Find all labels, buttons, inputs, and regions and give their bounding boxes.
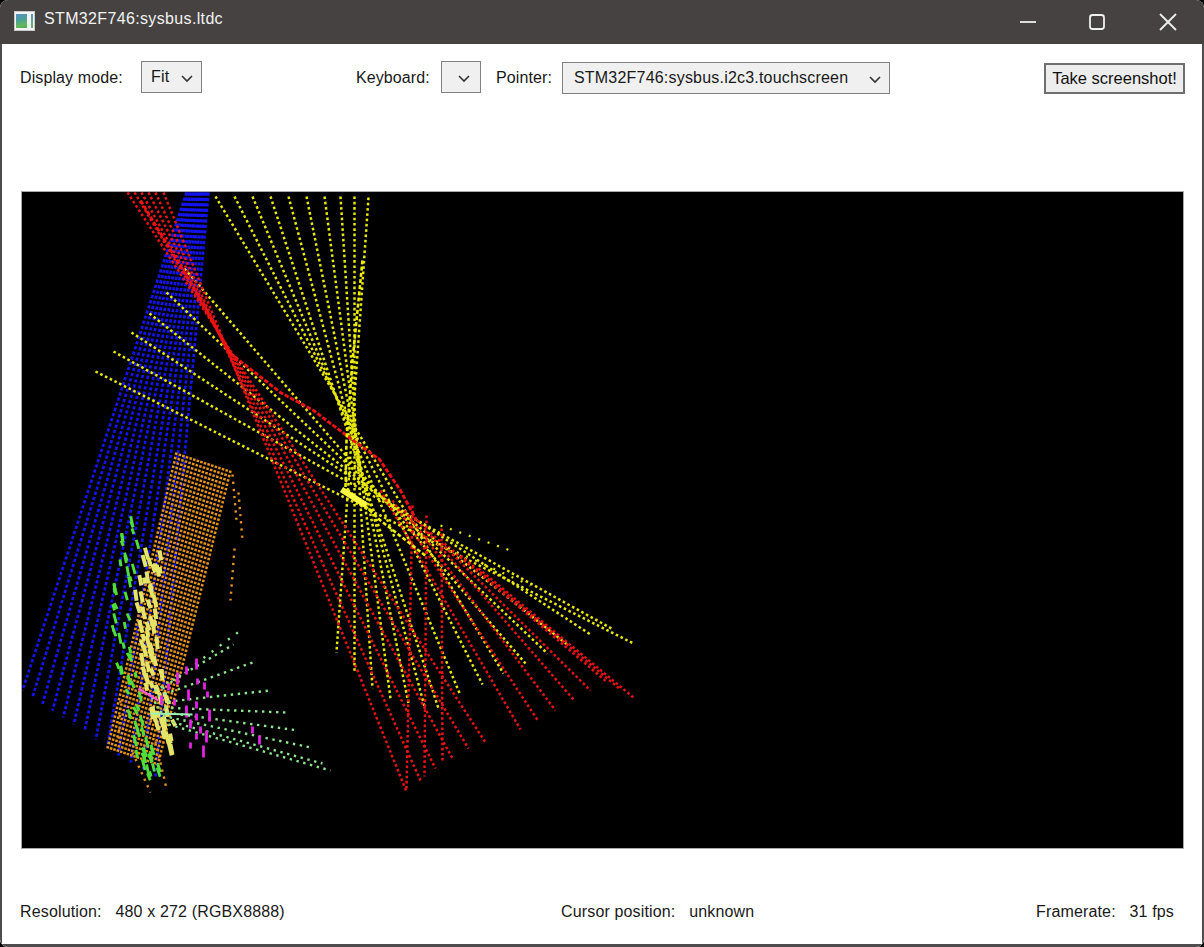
- select-keyboard[interactable]: [441, 61, 481, 93]
- select-display-mode[interactable]: Fit: [141, 61, 202, 93]
- btn-close[interactable]: [1144, 0, 1190, 44]
- framebuffer: [22, 192, 1183, 848]
- titlebar: STM32F746:sysbus.ltdc: [0, 0, 1204, 44]
- status-framerate: Framerate: 31 fps: [1036, 903, 1174, 921]
- btn-maximize[interactable]: [1074, 0, 1120, 44]
- btn-screenshot[interactable]: Take screenshot!: [1044, 63, 1185, 94]
- page: STM32F746:sysbus.ltdc Display mode: Fit …: [0, 0, 1204, 947]
- title-text: STM32F746:sysbus.ltdc: [44, 10, 223, 28]
- label-pointer: Pointer:: [496, 67, 552, 89]
- status-cursor: Cursor position: unknown: [561, 903, 754, 921]
- window: STM32F746:sysbus.ltdc Display mode: Fit …: [0, 0, 1204, 947]
- status-resolution: Resolution: 480 x 272 (RGBX8888): [20, 903, 285, 921]
- label-keyboard: Keyboard:: [356, 67, 430, 89]
- btn-minimize[interactable]: [1004, 0, 1050, 44]
- select-pointer[interactable]: STM32F746:sysbus.i2c3.touchscreen: [562, 62, 890, 94]
- label-display-mode: Display mode:: [20, 67, 123, 89]
- display: [21, 191, 1184, 849]
- title-icon: [14, 11, 35, 31]
